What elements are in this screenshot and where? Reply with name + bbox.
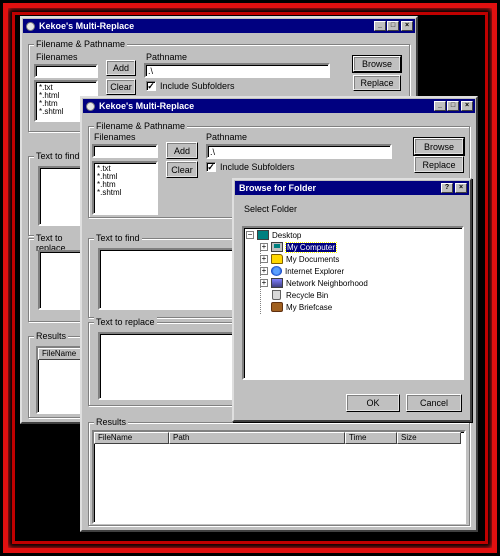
front-window-titlebar[interactable]: Kekoe's Multi-Replace _ □ × [83,99,475,113]
tree-item-recycle-bin[interactable]: Recycle Bin [260,289,328,301]
front-add-button[interactable]: Add [166,142,198,159]
close-icon[interactable]: × [401,21,413,31]
select-folder-label: Select Folder [244,204,298,214]
ok-button[interactable]: OK [346,394,400,412]
column-header-size[interactable]: Size [397,432,461,444]
back-window-titlebar[interactable]: Kekoe's Multi-Replace _ □ × [23,19,415,33]
back-browse-button[interactable]: Browse [352,55,402,73]
expand-icon[interactable]: + [260,255,268,263]
back-find-label: Text to find [34,151,82,161]
tree-item-desktop[interactable]: − Desktop [246,229,301,241]
close-icon[interactable]: × [455,183,467,193]
computer-icon [271,242,283,252]
maximize-icon[interactable]: □ [387,21,399,31]
briefcase-icon [271,302,283,312]
front-include-subfolders-checkbox[interactable]: ✓ Include Subfolders [206,162,295,172]
front-replace-textarea[interactable] [98,332,238,400]
maximize-icon[interactable]: □ [447,101,459,111]
front-clear-button[interactable]: Clear [166,161,198,178]
help-icon[interactable]: ? [441,183,453,193]
tree-item-label[interactable]: Recycle Bin [286,291,328,300]
back-include-subfolders-checkbox[interactable]: ✓ Include Subfolders [146,81,235,91]
network-icon [271,278,283,288]
front-results-label: Results [94,417,129,427]
front-find-textarea[interactable] [98,248,238,310]
screenshot-frame: Kekoe's Multi-Replace _ □ × Filename & P… [0,0,500,556]
tree-item-label[interactable]: Desktop [272,231,301,240]
tree-item-my-computer[interactable]: + My Computer [260,241,338,253]
tree-item-my-documents[interactable]: + My Documents [260,253,339,265]
minimize-icon[interactable]: _ [434,101,446,111]
tree-item-network-neighborhood[interactable]: + Network Neighborhood [260,277,368,289]
back-add-button[interactable]: Add [106,60,136,76]
back-filenames-label: Filenames [36,52,78,62]
back-include-subfolders-label: Include Subfolders [160,81,235,91]
back-window-title: Kekoe's Multi-Replace [39,21,135,31]
checkbox-box[interactable]: ✓ [146,81,156,91]
front-window-title: Kekoe's Multi-Replace [99,101,195,111]
column-header-path[interactable]: Path [169,432,345,444]
cancel-button[interactable]: Cancel [406,394,462,412]
front-replace-text-label: Text to replace [94,317,157,327]
app-icon [86,102,95,111]
tree-item-label[interactable]: My Briefcase [286,303,332,312]
front-filename-input[interactable] [92,144,158,158]
tree-item-my-briefcase[interactable]: My Briefcase [260,301,332,313]
back-results-header: FileName [38,348,84,360]
dialog-title: Browse for Folder [239,183,317,193]
back-results-label: Results [34,331,69,341]
back-pathname-input[interactable]: .\ [144,63,330,78]
tree-item-label[interactable]: Network Neighborhood [286,279,368,288]
checkbox-box[interactable]: ✓ [206,162,216,172]
front-results-list[interactable] [92,430,466,524]
column-header-time[interactable]: Time [345,432,397,444]
back-replace-textarea[interactable] [38,250,84,310]
front-replace-button[interactable]: Replace [414,156,464,173]
recycle-bin-icon [272,290,281,300]
tree-item-label[interactable]: My Computer [284,241,338,253]
back-clear-button[interactable]: Clear [106,79,136,95]
expand-icon[interactable]: + [260,243,268,251]
list-item[interactable]: *.shtml [97,189,153,197]
collapse-icon[interactable]: − [246,231,254,239]
column-header-filename[interactable]: FileName [94,432,169,444]
desktop-icon [257,230,269,240]
back-pathname-label: Pathname [146,52,188,62]
front-include-subfolders-label: Include Subfolders [220,162,295,172]
back-replace-button[interactable]: Replace [353,75,401,91]
expand-icon[interactable]: + [260,267,268,275]
front-find-label: Text to find [94,233,142,243]
close-icon[interactable]: × [461,101,473,111]
back-filename-group-label: Filename & Pathname [34,39,128,49]
folder-icon [271,254,283,264]
minimize-icon[interactable]: _ [374,21,386,31]
front-results-header: FileName Path Time Size [94,432,461,444]
tree-item-internet-explorer[interactable]: + Internet Explorer [260,265,344,277]
front-filename-group-label: Filename & Pathname [94,121,188,131]
app-icon [26,22,35,31]
front-filenames-list[interactable]: *.txt *.html *.htm *.shtml [92,161,158,215]
tree-item-label[interactable]: Internet Explorer [285,267,344,276]
front-pathname-input[interactable]: .\ [206,144,392,159]
internet-explorer-icon [271,266,282,276]
front-browse-button[interactable]: Browse [413,137,465,156]
dialog-titlebar[interactable]: Browse for Folder ? × [235,181,469,195]
tree-item-label[interactable]: My Documents [286,255,339,264]
column-header-filename[interactable]: FileName [38,348,84,360]
expand-icon[interactable]: + [260,279,268,287]
back-filename-input[interactable] [34,64,98,78]
browse-folder-dialog: Browse for Folder ? × Select Folder − De… [232,178,472,422]
back-find-textarea[interactable] [38,166,84,226]
front-pathname-label: Pathname [206,132,248,142]
front-filenames-label: Filenames [94,132,136,142]
